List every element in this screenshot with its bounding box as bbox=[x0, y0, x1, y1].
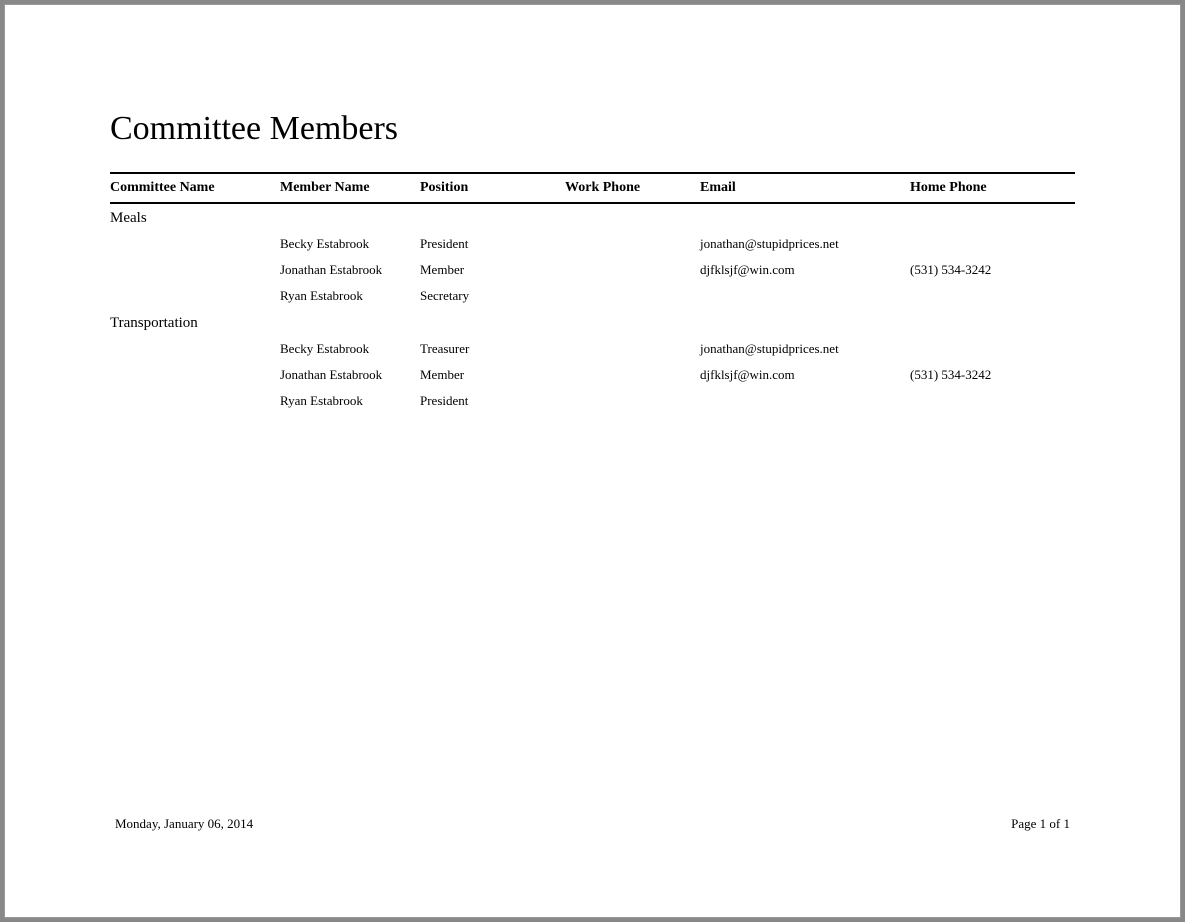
cell-committee bbox=[110, 367, 280, 383]
committee-name: Meals bbox=[110, 210, 280, 227]
cell-position: President bbox=[420, 393, 565, 409]
cell-homephone: (531) 534-3242 bbox=[910, 367, 1050, 383]
cell-member: Becky Estabrook bbox=[280, 341, 420, 357]
cell-member: Becky Estabrook bbox=[280, 236, 420, 252]
cell-member: Jonathan Estabrook bbox=[280, 262, 420, 278]
group-row: Transportation bbox=[110, 309, 1075, 336]
cell-member: Ryan Estabrook bbox=[280, 393, 420, 409]
table-row: Jonathan Estabrook Member djfklsjf@win.c… bbox=[110, 257, 1075, 283]
group-row: Meals bbox=[110, 204, 1075, 231]
col-header-position: Position bbox=[420, 180, 565, 196]
cell-homephone bbox=[910, 236, 1050, 252]
report-title: Committee Members bbox=[110, 110, 1075, 148]
cell-email bbox=[700, 288, 910, 304]
cell-committee bbox=[110, 236, 280, 252]
col-header-member: Member Name bbox=[280, 180, 420, 196]
col-header-committee: Committee Name bbox=[110, 180, 280, 196]
table-row: Becky Estabrook President jonathan@stupi… bbox=[110, 231, 1075, 257]
cell-position: Member bbox=[420, 262, 565, 278]
cell-workphone bbox=[565, 288, 700, 304]
cell-workphone bbox=[565, 341, 700, 357]
col-header-email: Email bbox=[700, 180, 910, 196]
cell-position: Secretary bbox=[420, 288, 565, 304]
cell-workphone bbox=[565, 367, 700, 383]
cell-workphone bbox=[565, 236, 700, 252]
column-header-row: Committee Name Member Name Position Work… bbox=[110, 172, 1075, 204]
cell-position: Treasurer bbox=[420, 341, 565, 357]
col-header-workphone: Work Phone bbox=[565, 180, 700, 196]
cell-homephone bbox=[910, 288, 1050, 304]
cell-email: djfklsjf@win.com bbox=[700, 262, 910, 278]
cell-workphone bbox=[565, 393, 700, 409]
cell-committee bbox=[110, 262, 280, 278]
cell-member: Jonathan Estabrook bbox=[280, 367, 420, 383]
cell-position: Member bbox=[420, 367, 565, 383]
cell-email: djfklsjf@win.com bbox=[700, 367, 910, 383]
cell-homephone: (531) 534-3242 bbox=[910, 262, 1050, 278]
table-row: Jonathan Estabrook Member djfklsjf@win.c… bbox=[110, 362, 1075, 388]
table-row: Ryan Estabrook Secretary bbox=[110, 283, 1075, 309]
cell-workphone bbox=[565, 262, 700, 278]
report-page: Committee Members Committee Name Member … bbox=[4, 4, 1181, 918]
cell-homephone bbox=[910, 341, 1050, 357]
report-table: Committee Name Member Name Position Work… bbox=[110, 172, 1075, 414]
col-header-homephone: Home Phone bbox=[910, 180, 1050, 196]
footer-date: Monday, January 06, 2014 bbox=[115, 816, 253, 832]
report-footer: Monday, January 06, 2014 Page 1 of 1 bbox=[115, 816, 1070, 832]
cell-position: President bbox=[420, 236, 565, 252]
cell-email bbox=[700, 393, 910, 409]
table-row: Ryan Estabrook President bbox=[110, 388, 1075, 414]
cell-email: jonathan@stupidprices.net bbox=[700, 341, 910, 357]
cell-homephone bbox=[910, 393, 1050, 409]
table-row: Becky Estabrook Treasurer jonathan@stupi… bbox=[110, 336, 1075, 362]
committee-name: Transportation bbox=[110, 315, 280, 332]
cell-member: Ryan Estabrook bbox=[280, 288, 420, 304]
cell-committee bbox=[110, 288, 280, 304]
footer-page: Page 1 of 1 bbox=[1011, 816, 1070, 832]
cell-committee bbox=[110, 393, 280, 409]
cell-email: jonathan@stupidprices.net bbox=[700, 236, 910, 252]
cell-committee bbox=[110, 341, 280, 357]
